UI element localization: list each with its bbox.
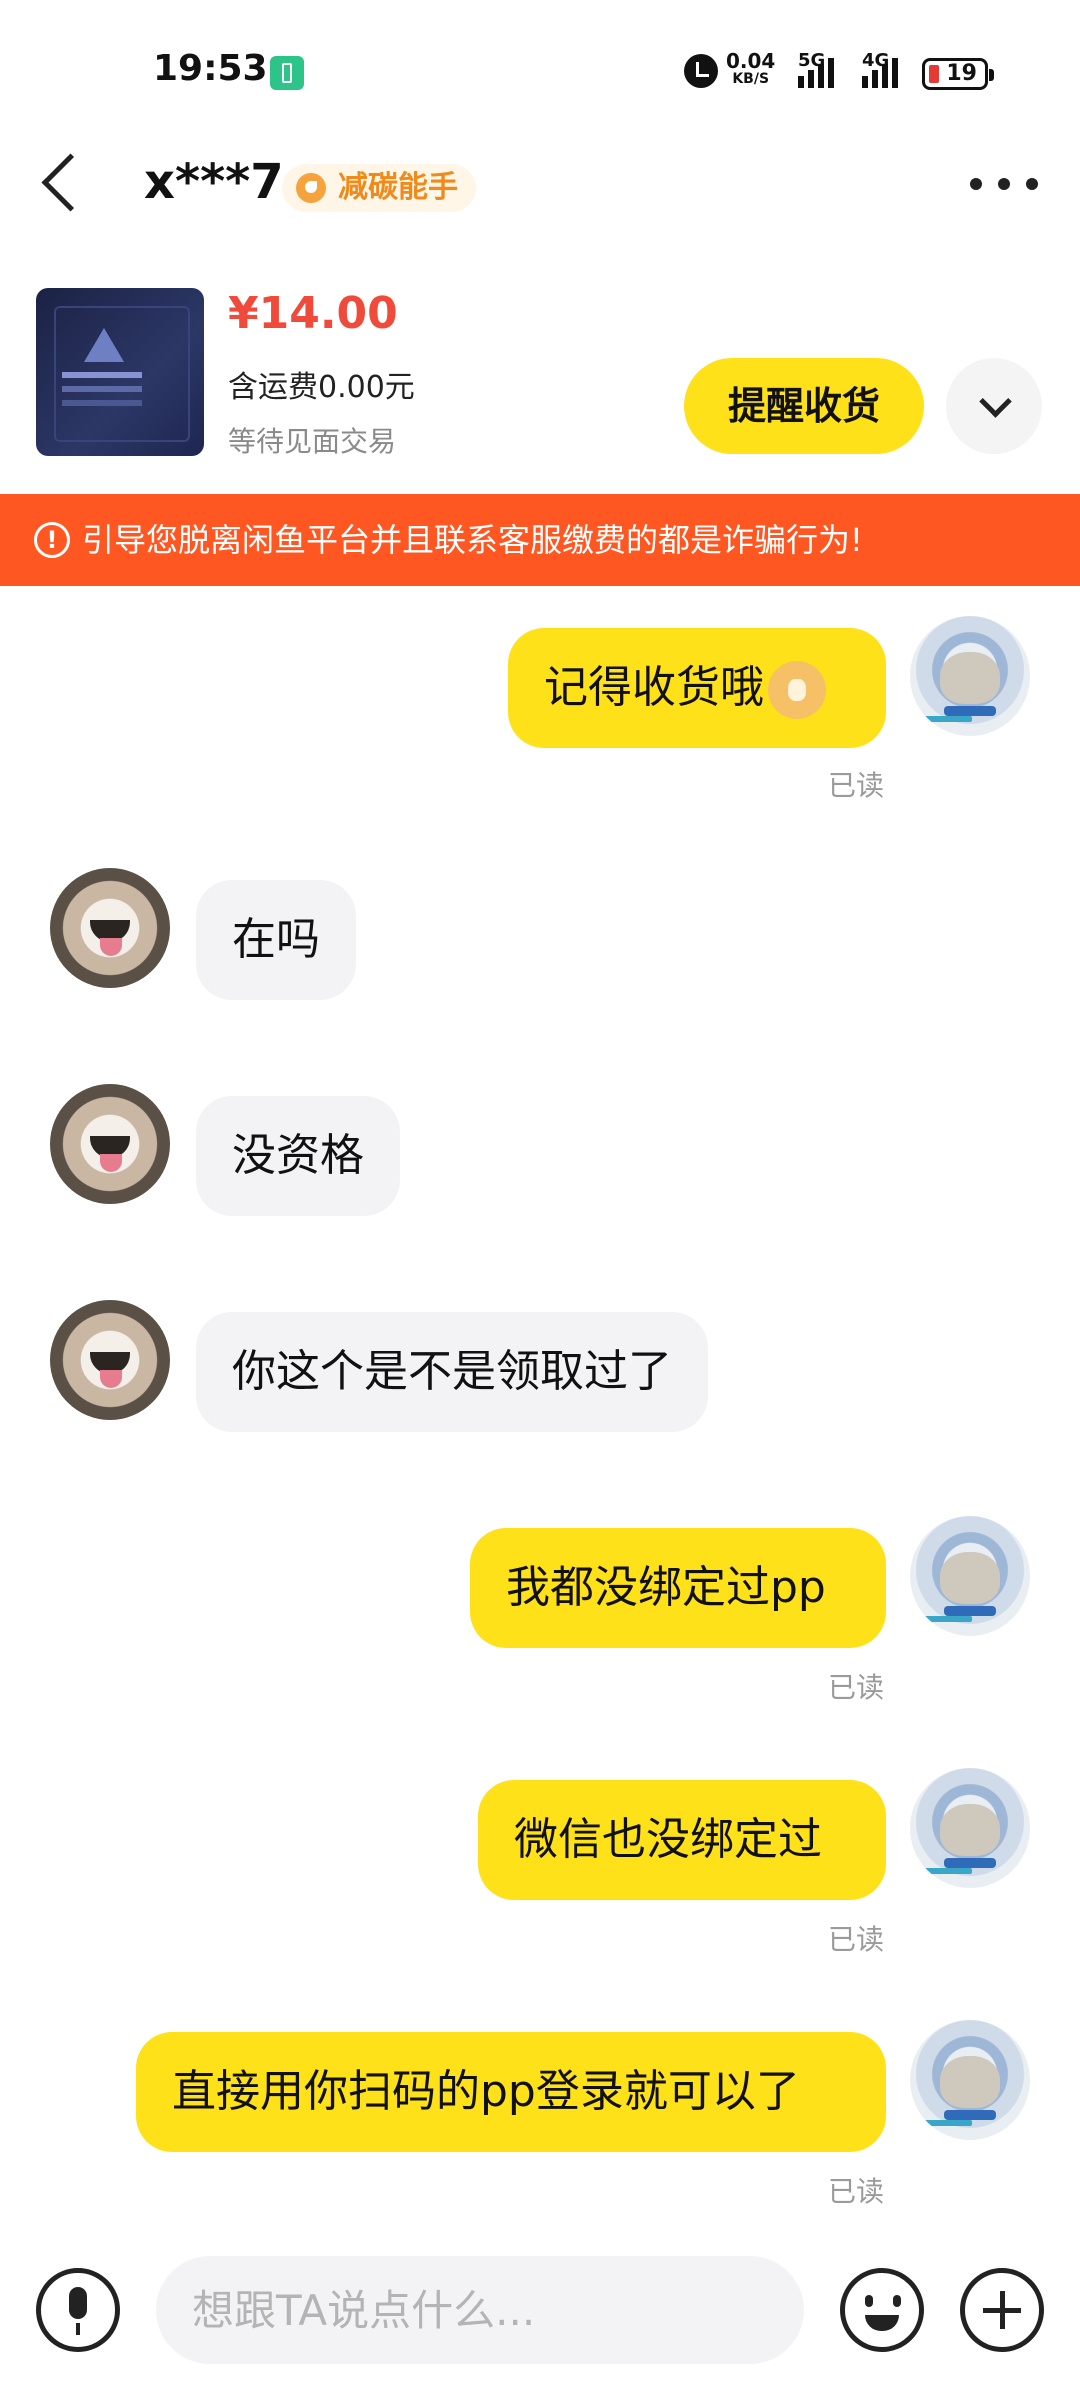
message-input[interactable] [156, 2256, 804, 2364]
user-badge[interactable]: 减碳能手 [282, 164, 476, 212]
doge-emoji-icon [768, 661, 826, 719]
status-time: 19:53 [153, 48, 268, 89]
contact-avatar[interactable] [50, 1300, 170, 1420]
net-speed-unit: KB/S [732, 71, 770, 87]
read-receipt: 已读 [828, 769, 885, 802]
alarm-icon [684, 54, 718, 88]
message-text: 直接用你扫码的pp登录就可以了 [172, 2066, 800, 2117]
emoji-icon[interactable] [840, 2268, 924, 2352]
my-avatar[interactable] [910, 1768, 1030, 1888]
my-avatar[interactable] [910, 616, 1030, 736]
contact-avatar[interactable] [50, 868, 170, 988]
net-speed-value: 0.04 [726, 49, 776, 73]
leaf-icon [296, 173, 326, 203]
warning-icon: ! [34, 522, 70, 558]
net-speed: 0.04 KB/S [726, 49, 776, 88]
chat-username[interactable]: x***7 [144, 154, 284, 210]
product-thumbnail[interactable] [36, 288, 204, 456]
microphone-icon[interactable] [36, 2268, 120, 2352]
message-text: 在吗 [232, 914, 320, 965]
warning-text: 引导您脱离闲鱼平台并且联系客服缴费的都是诈骗行为! [82, 521, 863, 559]
charging-icon [270, 56, 304, 90]
order-status: 等待见面交易 [228, 425, 397, 458]
my-avatar[interactable] [910, 2020, 1030, 2140]
message-text: 你这个是不是领取过了 [232, 1346, 672, 1397]
chevron-down-icon[interactable] [946, 358, 1042, 454]
message-bubble-sent[interactable]: 直接用你扫码的pp登录就可以了 [136, 2032, 886, 2152]
signal-icon [798, 58, 838, 88]
read-receipt: 已读 [828, 1671, 885, 1704]
signal-icon-2 [862, 58, 902, 88]
my-avatar[interactable] [910, 1516, 1030, 1636]
message-bubble-received[interactable]: 在吗 [196, 880, 356, 1000]
badge-label: 减碳能手 [338, 170, 458, 205]
read-receipt: 已读 [828, 2175, 885, 2208]
message-bubble-sent[interactable]: 记得收货哦 [508, 628, 886, 748]
remind-receive-button[interactable]: 提醒收货 [684, 358, 924, 454]
message-text: 我都没绑定过pp [506, 1562, 826, 1613]
read-receipt: 已读 [828, 1923, 885, 1956]
battery-icon: 19 [922, 58, 994, 90]
more-icon[interactable] [970, 178, 1040, 192]
message-bubble-received[interactable]: 你这个是不是领取过了 [196, 1312, 708, 1432]
status-bar: 19:53 0.04 KB/S 5G 4G 19 [0, 0, 1080, 140]
message-text: 微信也没绑定过 [514, 1814, 822, 1865]
message-text: 没资格 [232, 1130, 364, 1181]
battery-level: 19 [946, 61, 977, 86]
fraud-warning-banner: ! 引导您脱离闲鱼平台并且联系客服缴费的都是诈骗行为! [0, 494, 1080, 586]
message-text: 记得收货哦 [544, 662, 764, 713]
product-price: ¥14.00 [228, 288, 398, 339]
product-shipping: 含运费0.00元 [228, 370, 415, 405]
contact-avatar[interactable] [50, 1084, 170, 1204]
message-bubble-received[interactable]: 没资格 [196, 1096, 400, 1216]
message-bubble-sent[interactable]: 我都没绑定过pp [470, 1528, 886, 1648]
message-bubble-sent[interactable]: 微信也没绑定过 [478, 1780, 886, 1900]
plus-icon[interactable] [960, 2268, 1044, 2352]
